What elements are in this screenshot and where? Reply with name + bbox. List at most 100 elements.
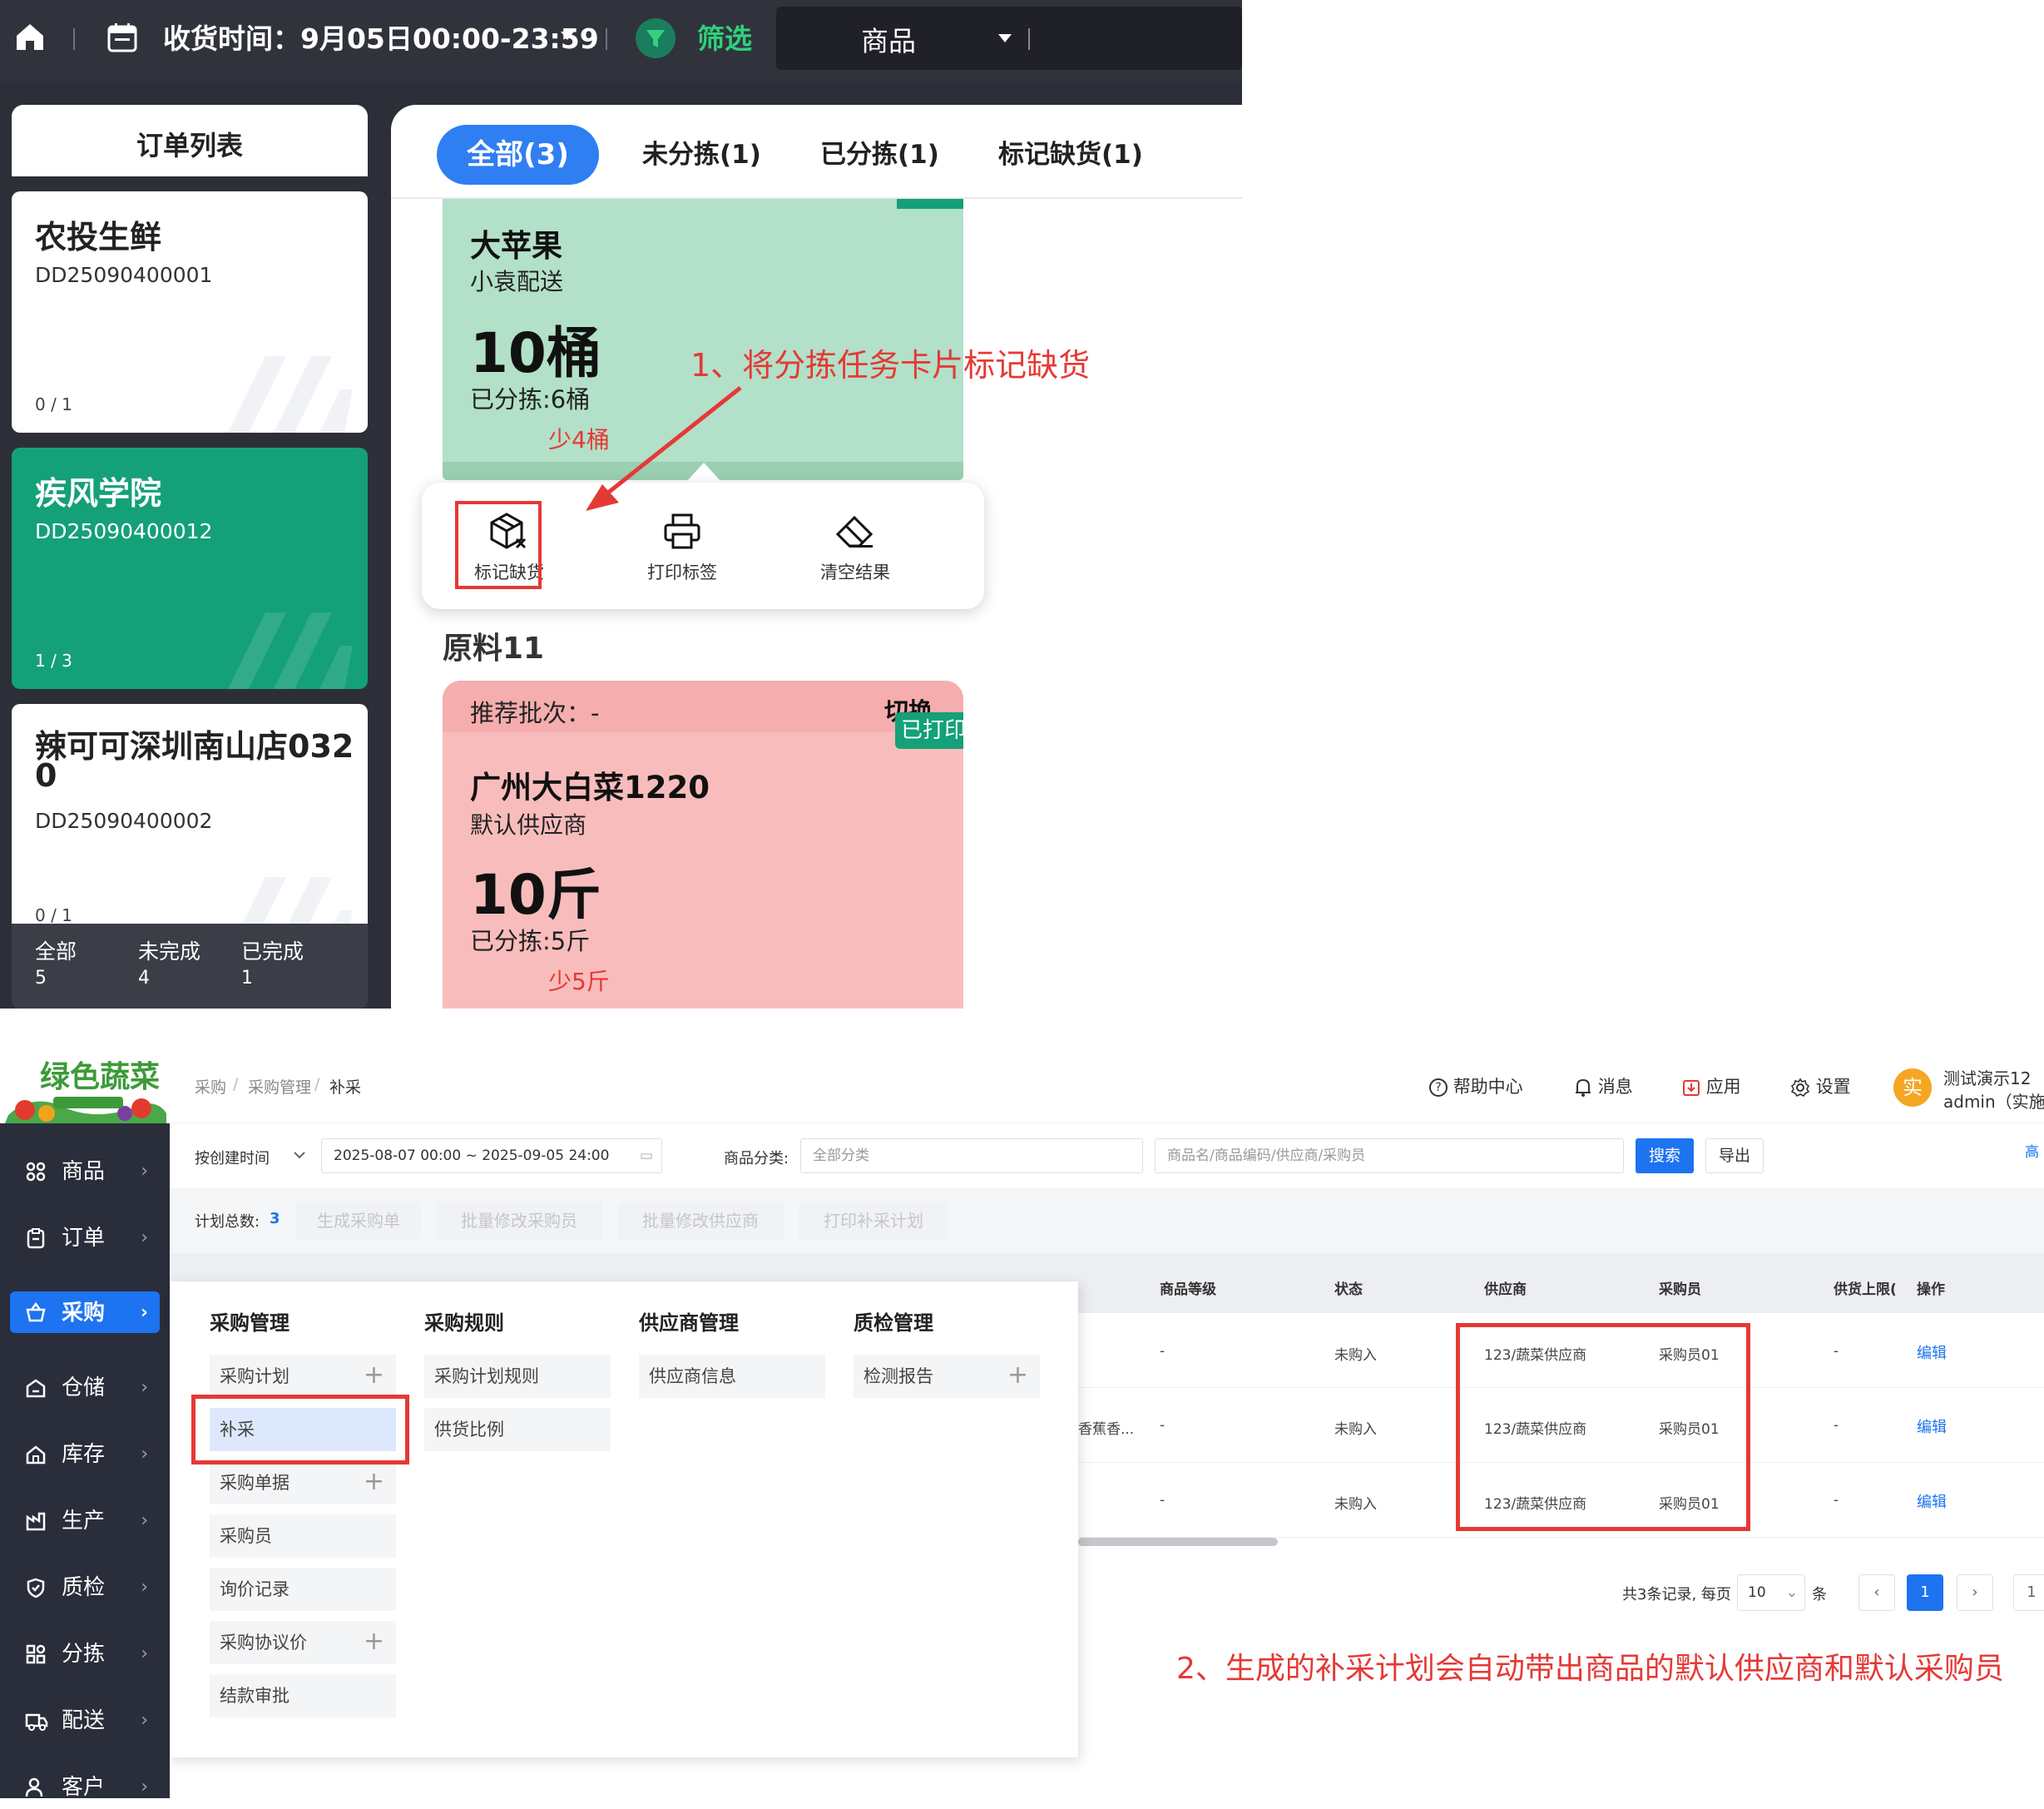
menu-item-agreement-price[interactable]: 采购协议价 + bbox=[210, 1621, 396, 1664]
menu-item-settlement-approval[interactable]: 结款审批 bbox=[210, 1674, 396, 1717]
order-progress: 1 / 3 bbox=[35, 651, 72, 671]
user-name: 测试演示12 bbox=[1943, 1068, 2032, 1088]
mark-short-button[interactable]: 标记缺货 bbox=[447, 483, 572, 609]
page-size-select[interactable]: 10 ⌄ bbox=[1737, 1574, 1805, 1611]
purchase-mega-menu: 采购管理 采购计划 + 补采 采购单据 + 采购员 询价记录 采购协议价 + 结款审批… bbox=[170, 1281, 1078, 1757]
settings-link[interactable]: 设置 bbox=[1790, 1073, 1851, 1098]
order-card[interactable]: 农投生鲜 DD25090400001 0 / 1 bbox=[12, 191, 368, 433]
sidebar-item-inventory[interactable]: 库存 › bbox=[10, 1433, 160, 1476]
menu-item-test-report[interactable]: 检测报告 + bbox=[854, 1355, 1040, 1398]
order-card[interactable]: 辣可可深圳南山店032 0 DD25090400002 0 / 1 bbox=[12, 704, 368, 954]
plus-icon[interactable]: + bbox=[1007, 1355, 1028, 1396]
menu-group-title: 采购规则 bbox=[424, 1311, 504, 1335]
menu-item-buyers[interactable]: 采购员 bbox=[210, 1514, 396, 1558]
chevron-right-icon: › bbox=[141, 1227, 148, 1248]
category-select[interactable]: 全部分类 bbox=[800, 1138, 1143, 1173]
task-card[interactable]: 推荐批次：- 切换 已打印 广州大白菜1220 默认供应商 10斤 已分拣:5斤… bbox=[443, 681, 963, 1009]
clear-result-label: 清空结果 bbox=[820, 563, 890, 582]
clear-result-button[interactable]: 清空结果 bbox=[793, 483, 918, 609]
search-input[interactable]: 商品名/商品编码/供应商/采购员 bbox=[1155, 1138, 1624, 1173]
bell-icon bbox=[1574, 1078, 1592, 1098]
sidebar-item-orders[interactable]: 订单 › bbox=[10, 1217, 160, 1260]
receive-time-selector[interactable]: 收货时间：9月05日00:00-23:59 bbox=[163, 25, 599, 52]
grade-cell: - bbox=[1160, 1417, 1166, 1434]
tab-unsorted[interactable]: 未分拣(1) bbox=[642, 125, 761, 185]
filter-icon[interactable] bbox=[636, 18, 676, 58]
chevron-right-icon: › bbox=[141, 1161, 148, 1182]
horizontal-scrollbar[interactable] bbox=[1078, 1538, 1278, 1546]
menu-item-label: 结款审批 bbox=[220, 1686, 290, 1706]
chevron-right-icon: › bbox=[141, 1577, 148, 1598]
menu-item-supply-ratio[interactable]: 供货比例 bbox=[424, 1408, 611, 1451]
help-center-link[interactable]: ? 帮助中心 bbox=[1429, 1073, 1523, 1098]
page-size-value: 10 bbox=[1748, 1584, 1766, 1601]
breadcrumb-purchase[interactable]: 采购 bbox=[195, 1075, 226, 1098]
sidebar-item-customers[interactable]: 客户 › bbox=[10, 1766, 160, 1809]
section-title: 原料11 bbox=[443, 632, 545, 666]
menu-item-supplier-info[interactable]: 供应商信息 bbox=[639, 1355, 825, 1398]
prev-page-button[interactable]: ‹ bbox=[1858, 1574, 1895, 1611]
export-button[interactable]: 导出 bbox=[1705, 1138, 1764, 1173]
edit-link[interactable]: 编辑 bbox=[1917, 1490, 1947, 1512]
print-plan-button[interactable]: 打印补采计划 bbox=[799, 1202, 948, 1240]
stat-incomplete[interactable]: 未完成 4 bbox=[138, 937, 200, 992]
date-range-value: 2025-08-07 00:00 ~ 2025-09-05 24:00 bbox=[334, 1147, 610, 1164]
plus-icon[interactable]: + bbox=[364, 1355, 384, 1396]
order-code: DD25090400001 bbox=[35, 263, 213, 287]
divider bbox=[73, 28, 75, 50]
breadcrumb-separator: / bbox=[233, 1075, 239, 1093]
task-quantity: 10斤 bbox=[470, 863, 601, 927]
user-icon bbox=[25, 1777, 47, 1798]
task-supplier: 默认供应商 bbox=[470, 811, 587, 839]
edit-link[interactable]: 编辑 bbox=[1917, 1415, 1947, 1437]
sidebar-item-purchase[interactable]: 采购 › bbox=[10, 1291, 160, 1333]
order-progress: 0 / 1 bbox=[35, 905, 72, 925]
menu-item-purchase-docs[interactable]: 采购单据 + bbox=[210, 1461, 396, 1504]
top-bar: 收货时间：9月05日00:00-23:59 筛选 商品 bbox=[0, 0, 1242, 82]
chevron-right-icon: › bbox=[141, 1777, 148, 1797]
menu-item-inquiry-records[interactable]: 询价记录 bbox=[210, 1568, 396, 1611]
column-header: 供应商 bbox=[1484, 1281, 1527, 1298]
next-page-button[interactable]: › bbox=[1957, 1574, 1993, 1611]
brand-logo[interactable]: 绿色蔬菜 bbox=[0, 1050, 170, 1123]
time-type-select[interactable]: 按创建时间 bbox=[195, 1147, 270, 1168]
plus-icon[interactable]: + bbox=[364, 1621, 384, 1663]
messages-link[interactable]: 消息 bbox=[1574, 1073, 1633, 1098]
order-list: 订单列表 农投生鲜 DD25090400001 0 / 1 疾风学院 DD250… bbox=[12, 105, 368, 1009]
tab-marked-short[interactable]: 标记缺货(1) bbox=[998, 125, 1143, 185]
tab-all[interactable]: 全部(3) bbox=[437, 125, 599, 185]
chevron-down-icon[interactable] bbox=[293, 1150, 306, 1160]
batch-edit-buyer-button[interactable]: 批量修改采购员 bbox=[436, 1202, 602, 1240]
advanced-filter-link[interactable]: 高 bbox=[2025, 1140, 2039, 1161]
stat-complete[interactable]: 已完成 1 bbox=[241, 937, 304, 992]
search-button[interactable]: 搜索 bbox=[1636, 1138, 1694, 1173]
batch-edit-supplier-button[interactable]: 批量修改供应商 bbox=[617, 1202, 784, 1240]
edit-link[interactable]: 编辑 bbox=[1917, 1341, 1947, 1363]
date-range-input[interactable]: 2025-08-07 00:00 ~ 2025-09-05 24:00 ▭ bbox=[321, 1138, 662, 1173]
sidebar-item-delivery[interactable]: 配送 › bbox=[10, 1699, 160, 1742]
menu-item-plan-rules[interactable]: 采购计划规则 bbox=[424, 1355, 611, 1398]
stat-all[interactable]: 全部 5 bbox=[35, 937, 77, 992]
chevron-right-icon: › bbox=[141, 1444, 148, 1465]
goods-dropdown[interactable]: 商品 bbox=[776, 7, 1242, 70]
plus-icon[interactable]: + bbox=[364, 1461, 384, 1503]
sidebar-item-sorting[interactable]: 分拣 › bbox=[10, 1633, 160, 1676]
filter-button[interactable]: 筛选 bbox=[697, 25, 752, 52]
generate-po-button[interactable]: 生成采购单 bbox=[296, 1202, 421, 1240]
page-number[interactable]: 1 bbox=[2013, 1574, 2044, 1611]
sidebar-item-quality[interactable]: 质检 › bbox=[10, 1566, 160, 1609]
sidebar-item-production[interactable]: 生产 › bbox=[10, 1499, 160, 1543]
sidebar-item-goods[interactable]: 商品 › bbox=[10, 1150, 160, 1193]
caret-down-icon[interactable] bbox=[559, 30, 576, 42]
menu-item-purchase-plan[interactable]: 采购计划 + bbox=[210, 1355, 396, 1398]
breadcrumb-purchase-management[interactable]: 采购管理 bbox=[248, 1075, 311, 1098]
tab-sorted[interactable]: 已分拣(1) bbox=[820, 125, 939, 185]
caret-down-icon bbox=[997, 33, 1012, 43]
apps-link[interactable]: 应用 bbox=[1682, 1073, 1741, 1098]
home-icon[interactable] bbox=[13, 20, 47, 53]
order-card-active[interactable]: 疾风学院 DD25090400012 1 / 3 bbox=[12, 448, 368, 689]
sidebar-item-warehouse[interactable]: 仓储 › bbox=[10, 1366, 160, 1410]
avatar[interactable]: 实 bbox=[1893, 1068, 1932, 1107]
settings-label: 设置 bbox=[1815, 1077, 1851, 1097]
page-number-current[interactable]: 1 bbox=[1907, 1574, 1943, 1611]
